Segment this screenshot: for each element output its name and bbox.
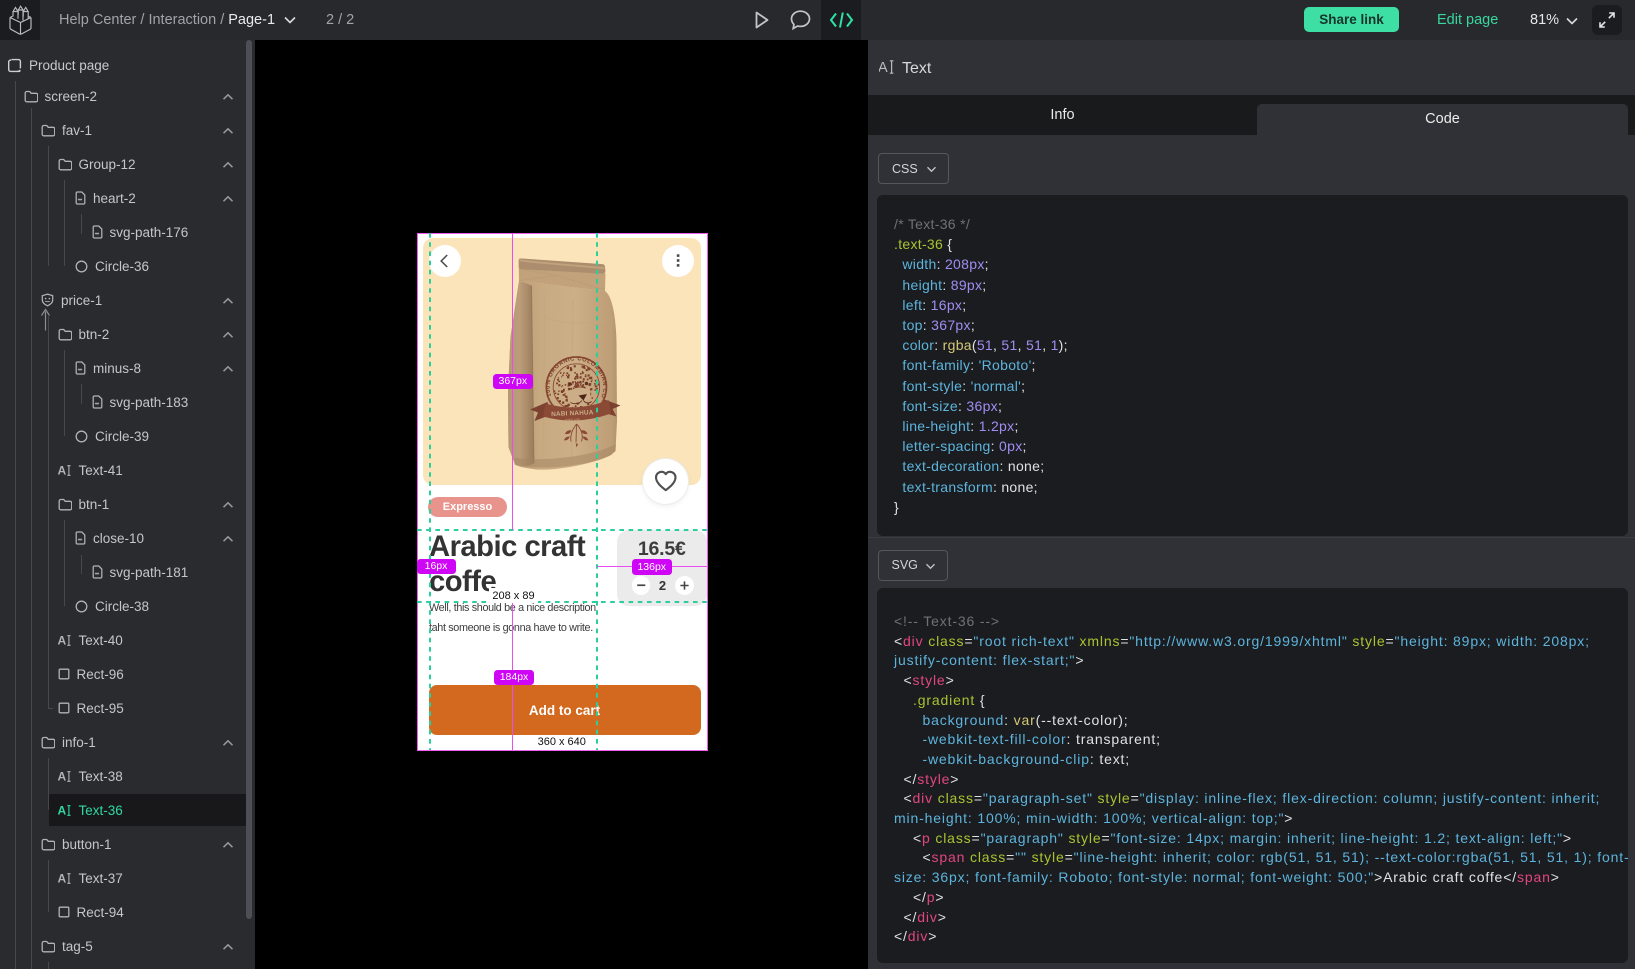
svg-text:A: A: [58, 634, 67, 647]
svg-text:A: A: [879, 60, 888, 75]
svg-text:A: A: [58, 872, 67, 885]
svg-text:A: A: [58, 770, 67, 783]
svg-text:A: A: [58, 804, 67, 817]
svg-text:A: A: [58, 464, 67, 477]
svg-text:SINCE 1936: SINCE 1936: [565, 417, 580, 422]
